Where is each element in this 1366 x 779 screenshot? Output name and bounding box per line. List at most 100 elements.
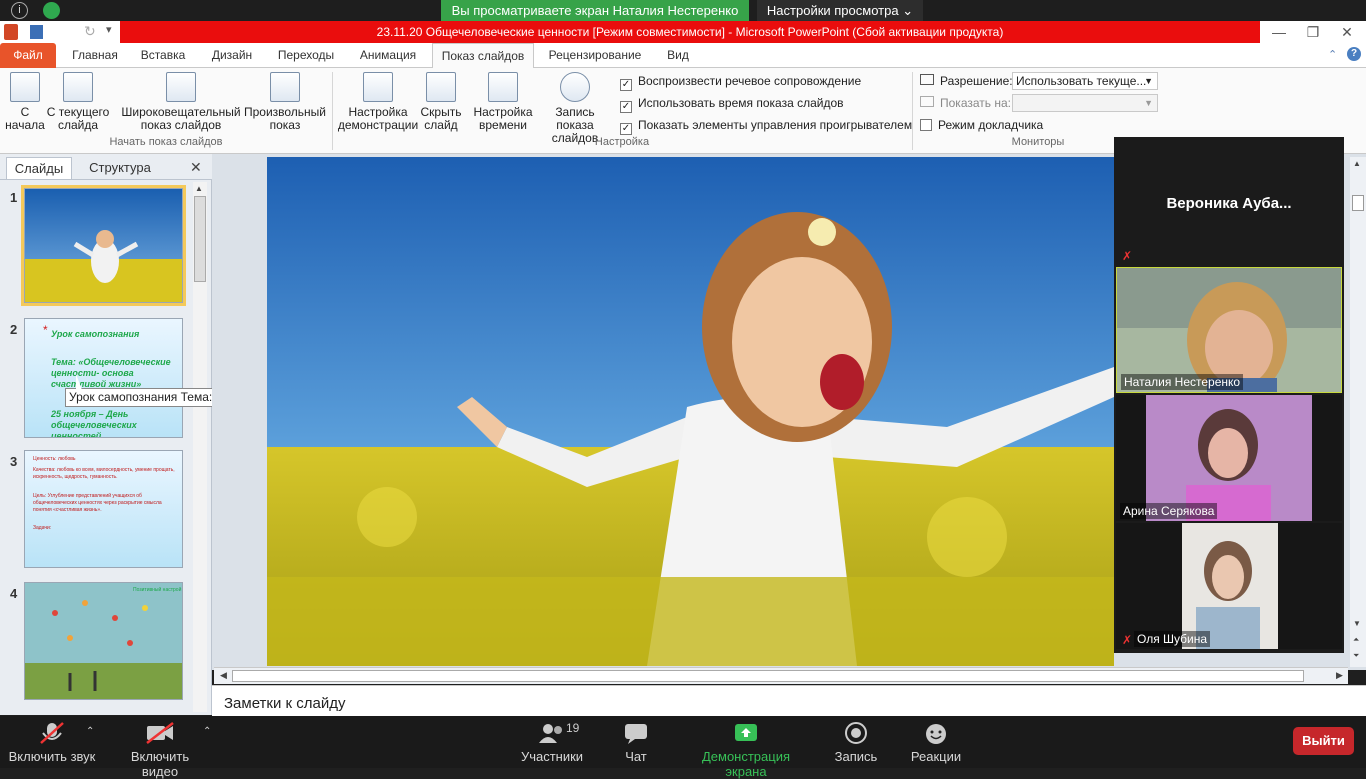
setup-show-label: Настройка демонстрации — [337, 105, 419, 132]
rehearse-timings-button[interactable]: Настройка времени — [470, 72, 536, 132]
help-icon[interactable]: ? — [1347, 47, 1361, 61]
tab-transitions[interactable]: Переходы — [272, 43, 340, 68]
participant-tile[interactable]: Арина Серякова — [1116, 395, 1342, 521]
chevron-down-icon: ⌄ — [902, 3, 914, 18]
save-icon[interactable] — [30, 25, 43, 39]
participants-button[interactable]: 19 Участники — [518, 721, 586, 764]
slide-3-line: Задачи: — [33, 525, 52, 531]
customize-toolbar-icon[interactable]: ▾ — [106, 23, 112, 36]
scroll-down-icon[interactable]: ▼ — [1353, 619, 1361, 628]
participant-tile[interactable]: ✗ Оля Шубина — [1116, 523, 1342, 649]
panel-scrollbar[interactable]: ▲ — [193, 182, 207, 712]
info-icon[interactable]: i — [11, 2, 28, 19]
tab-slideshow[interactable]: Показ слайдов — [432, 43, 534, 69]
powerpoint-logo-icon — [4, 24, 18, 40]
audio-options-chevron-icon[interactable]: ⌃ — [86, 726, 94, 737]
tab-outline[interactable]: Структура — [78, 157, 162, 179]
from-beginning-button[interactable]: С начала — [4, 72, 46, 132]
setup-show-button[interactable]: Настройка демонстрации — [336, 72, 420, 132]
tab-slides[interactable]: Слайды — [6, 157, 72, 179]
tab-view[interactable]: Вид — [660, 43, 696, 68]
close-icon[interactable]: ✕ — [1330, 21, 1364, 43]
tab-insert[interactable]: Вставка — [134, 43, 192, 68]
start-video-button[interactable]: Включить видео — [112, 721, 208, 779]
redo-icon[interactable]: ↻ — [84, 23, 96, 40]
record-button[interactable]: Запись — [830, 721, 882, 764]
slide-1-image — [25, 189, 182, 302]
close-panel-icon[interactable]: ✕ — [190, 159, 202, 176]
slide-number: 4 — [10, 586, 18, 601]
notes-pane[interactable]: Заметки к слайду — [212, 685, 1366, 716]
reactions-button[interactable]: Реакции — [906, 721, 966, 764]
from-current-button[interactable]: С текущего слайда — [46, 72, 110, 132]
scroll-thumb[interactable] — [194, 196, 206, 282]
show-on-label: Показать на: — [940, 96, 1011, 110]
leave-meeting-button[interactable]: Выйти — [1293, 727, 1354, 755]
slide-horizontal-scrollbar[interactable]: ◀ ▶ — [214, 667, 1348, 684]
collapse-ribbon-icon[interactable]: ⌃ — [1328, 48, 1337, 61]
broadcast-button[interactable]: Широковещательный показ слайдов — [120, 72, 242, 132]
slide-thumbnail-1[interactable] — [21, 185, 186, 306]
security-shield-icon[interactable] — [43, 2, 60, 19]
slide-3-line: Качества: любовь ко всем, милосердность,… — [33, 467, 175, 480]
resolution-dropdown[interactable]: Использовать текуще... ▼ — [1012, 72, 1158, 90]
video-options-chevron-icon[interactable]: ⌃ — [203, 726, 211, 737]
view-options-button[interactable]: Настройки просмотра ⌄ — [757, 0, 923, 21]
scroll-up-icon[interactable]: ▲ — [195, 184, 203, 193]
from-current-label: С текущего слайда — [46, 105, 110, 132]
show-media-controls-checkbox[interactable]: ✓ Показать элементы управления проигрыват… — [620, 118, 912, 135]
panel-tabs: Слайды Структура ✕ — [0, 154, 212, 180]
use-timings-checkbox[interactable]: ✓ Использовать время показа слайдов — [620, 96, 844, 113]
play-slide-icon — [10, 72, 40, 102]
participant-tile[interactable]: Вероника Ауба... ✗ — [1116, 139, 1342, 265]
tab-design[interactable]: Дизайн — [203, 43, 261, 68]
restore-icon[interactable]: ❐ — [1296, 21, 1330, 43]
setup-group-label: Настройка — [594, 136, 650, 148]
tab-review[interactable]: Рецензирование — [543, 43, 647, 68]
play-narrations-label: Воспроизвести речевое сопровождение — [638, 74, 862, 88]
slide-thumbnail-4[interactable]: Позитивный настрой — [24, 582, 183, 700]
previous-slide-icon[interactable]: ⏶ — [1353, 635, 1359, 645]
show-on-dropdown[interactable]: ▼ — [1012, 94, 1158, 112]
scroll-right-icon[interactable]: ▶ — [1336, 670, 1343, 681]
next-slide-icon[interactable]: ⏷ — [1353, 651, 1359, 661]
resolution-value: Использовать текуще... — [1016, 74, 1147, 88]
scroll-thumb[interactable] — [232, 670, 1304, 682]
hide-slide-button[interactable]: Скрыть слайд — [418, 72, 464, 132]
checkmark-icon: ✓ — [620, 123, 632, 135]
scroll-up-icon[interactable]: ▲ — [1353, 159, 1361, 168]
custom-show-button[interactable]: Произвольный показ — [242, 72, 328, 132]
notes-placeholder: Заметки к слайду — [224, 695, 346, 712]
slide-thumbnail-3[interactable]: Ценность: любовь Качества: любовь ко все… — [24, 450, 183, 568]
window-title: 23.11.20 Общечеловеческие ценности [Режи… — [120, 21, 1260, 43]
tab-animations[interactable]: Анимация — [352, 43, 424, 68]
record-slideshow-button[interactable]: Запись показа слайдов — [536, 72, 614, 145]
participant-name: Наталия Нестеренко — [1121, 374, 1244, 390]
participant-gallery: Вероника Ауба... ✗ Наталия Нестеренко Ар… — [1114, 137, 1344, 653]
participants-icon: 19 — [518, 721, 586, 745]
current-slide[interactable] — [267, 157, 1114, 666]
participant-tile-active-speaker[interactable]: Наталия Нестеренко — [1116, 267, 1342, 393]
slide-thumbnail-2[interactable]: * Урок самопознания Тема: «Общечеловечес… — [24, 318, 183, 438]
chat-button[interactable]: Чат — [612, 721, 660, 764]
broadcast-label: Широковещательный показ слайдов — [121, 105, 241, 132]
checkmark-icon: ✓ — [620, 101, 632, 113]
scroll-thumb[interactable] — [1352, 195, 1364, 211]
share-screen-button[interactable]: Демонстрация экрана — [682, 721, 810, 779]
tab-home[interactable]: Главная — [66, 43, 124, 68]
broadcast-icon — [166, 72, 196, 102]
checkbox-box — [920, 119, 932, 131]
scroll-left-icon[interactable]: ◀ — [220, 670, 227, 681]
chat-bubble-icon — [612, 721, 660, 745]
slide-vertical-scrollbar[interactable]: ▲ ▼ ⏶ ⏷ — [1350, 157, 1366, 667]
play-narrations-checkbox[interactable]: ✓ Воспроизвести речевое сопровождение — [620, 74, 861, 91]
from-beginning-label: С начала — [5, 105, 45, 132]
tab-file[interactable]: Файл — [0, 43, 56, 68]
slide-2-line: Тема: «Общечеловеческие ценности- основа… — [51, 357, 171, 389]
unmute-button[interactable]: Включить звук — [8, 721, 96, 764]
presenter-view-checkbox[interactable]: Режим докладчика — [920, 118, 1043, 132]
participant-name: Оля Шубина — [1134, 631, 1211, 647]
minimize-icon[interactable]: — — [1262, 21, 1296, 43]
hide-slide-icon — [426, 72, 456, 102]
muted-mic-icon: ✗ — [1122, 249, 1133, 263]
